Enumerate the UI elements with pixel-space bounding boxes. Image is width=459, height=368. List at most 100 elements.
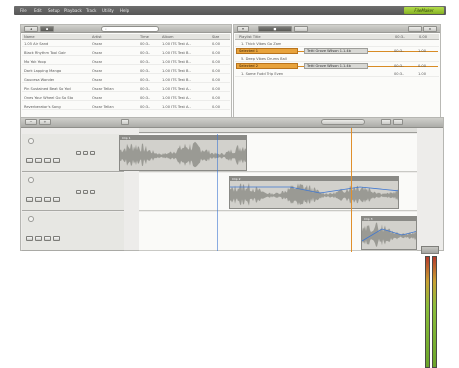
pan-button[interactable] [90, 190, 95, 194]
library-cell: 0.00 [212, 60, 221, 64]
library-cell: Oscar Tellan [92, 105, 114, 109]
metronome-button[interactable] [393, 119, 403, 125]
playlist-row[interactable]: 1. Some Fudd Trip Even 00:3.. 1.00 [235, 71, 439, 77]
column-header-time[interactable]: Time [140, 35, 149, 39]
library-row[interactable]: Gaucesa Wonder Oscar 00:3.. 1.00 ITS Test B… [22, 77, 230, 83]
eq-button[interactable] [83, 190, 88, 194]
library-cell: 00:3.. [140, 42, 151, 46]
arm-button[interactable] [44, 236, 51, 241]
menu-playback[interactable]: Playback [64, 8, 82, 13]
playlist-tag[interactable]: Tetti Grove Wilson 1.1.4b [304, 63, 368, 69]
playlist-row[interactable]: 5. Deep Vibes Drums Ball [235, 56, 439, 62]
playlist-tag[interactable]: Tetti Grove Wilson 1.1.4b [304, 48, 368, 54]
search-input[interactable]: ⌕ [101, 26, 159, 32]
solo-button[interactable] [35, 158, 42, 163]
audio-clip-3[interactable]: Clip 3 [361, 216, 417, 250]
library-cell: 1.00 ITS Test A.. [162, 42, 191, 46]
library-cell: 1.00 ITS Test B.. [162, 69, 191, 73]
menu-edit[interactable]: Edit [34, 8, 42, 13]
library-back-button[interactable]: ◂ [24, 26, 38, 32]
snap-button[interactable] [121, 119, 129, 125]
monitor-button[interactable] [53, 197, 60, 202]
track-header-1[interactable] [22, 134, 124, 172]
track-header-3[interactable] [22, 212, 124, 251]
audio-clip-1[interactable]: Clip 1 [119, 135, 247, 171]
playlist-toolbar: ▾ ◼ × [234, 25, 440, 33]
fx-button[interactable] [76, 190, 81, 194]
menu-file[interactable]: File [20, 8, 27, 13]
column-header-artist[interactable]: Artist [92, 35, 102, 39]
menu-track[interactable]: Track [86, 8, 96, 13]
arrangement-panel: − + Clip 1 Clip 2 Clip 3 [20, 117, 444, 368]
library-cell: Pin Sustained Beat So Yod [24, 87, 71, 91]
playhead[interactable] [351, 128, 352, 252]
menu-help[interactable]: Help [120, 8, 129, 13]
zoom-in-button[interactable]: + [39, 119, 51, 125]
playlist-menu-button[interactable]: ▾ [237, 26, 249, 32]
library-row[interactable]: Pin Sustained Beat So Yod Oscar Tellan 00:… [22, 86, 230, 92]
library-cell: 00:3.. [140, 96, 151, 100]
playlist-row-selected[interactable]: Selected 2 [236, 63, 298, 69]
column-header-name[interactable]: Name [24, 35, 35, 39]
library-cell: 1.00 ITS Test A.. [162, 96, 191, 100]
library-cell: Reverberator's Song [24, 105, 61, 109]
library-row[interactable]: 1.05 Air Sand Oscar 00:3.. 1.00 ITS Test A.… [22, 41, 230, 47]
fx-button[interactable] [76, 151, 81, 155]
playlist-column-time[interactable]: 00:3.. [395, 35, 405, 39]
solo-button[interactable] [35, 197, 42, 202]
library-cell: 1.00 ITS Test B.. [162, 78, 191, 82]
playlist-row[interactable]: 1. Thick Vibes Go Zam [235, 41, 439, 47]
library-panel: ◂ ▪ ⌕ Name Artist Time Album Size 1.05 A… [20, 24, 232, 119]
loop-button[interactable] [381, 119, 391, 125]
zoom-out-button[interactable]: − [25, 119, 37, 125]
track-header-2[interactable] [22, 173, 124, 211]
library-cell: 00:3.. [140, 78, 151, 82]
library-cell: 0.00 [212, 87, 221, 91]
record-icon[interactable] [28, 138, 34, 144]
playlist-action-button[interactable] [408, 26, 422, 32]
playlist-column-size[interactable]: 0.00 [419, 35, 427, 39]
solo-button[interactable] [35, 236, 42, 241]
column-header-album[interactable]: Album [162, 35, 174, 39]
library-cell: 1.00 ITS Test B.. [162, 60, 191, 64]
playlist-column-title[interactable]: Playlist Title [239, 35, 261, 39]
playlist-row-selected[interactable]: Selected 1 [236, 48, 298, 54]
library-view-button[interactable]: ▪ [40, 26, 54, 32]
library-row[interactable]: Reverberator's Song Oscar Tellan 00:3.. 1.0… [22, 104, 230, 110]
mute-button[interactable] [26, 158, 33, 163]
library-cell: 0.00 [212, 69, 221, 73]
mute-button[interactable] [26, 236, 33, 241]
arm-button[interactable] [44, 158, 51, 163]
library-row[interactable]: Mo Yok Yoop Oscar 00:3.. 1.00 ITS Test B.. 0… [22, 59, 230, 65]
record-icon[interactable] [28, 177, 34, 183]
playlist-row-time: 00:3.. [394, 64, 405, 68]
audio-clip-2[interactable]: Clip 2 [229, 176, 399, 209]
playlist-tab-2[interactable] [294, 26, 308, 32]
library-cell: 0.00 [212, 42, 221, 46]
library-row[interactable]: Black Rhythm Tool Gain Oscar 00:3.. 1.00 IT… [22, 50, 230, 56]
playlist-close-button[interactable]: × [423, 26, 437, 32]
library-toolbar: ◂ ▪ ⌕ [21, 25, 231, 33]
column-header-size[interactable]: Size [212, 35, 219, 39]
monitor-button[interactable] [53, 236, 60, 241]
library-row[interactable]: Dark Lapping Mango Oscar 00:3.. 1.00 ITS Te… [22, 68, 230, 74]
playlist-tab[interactable]: ◼ [258, 26, 292, 32]
timeline-ruler[interactable] [139, 128, 417, 133]
library-cell: Black Rhythm Tool Gain [24, 51, 67, 55]
waveform [230, 182, 398, 206]
record-icon[interactable] [28, 216, 34, 222]
master-meter-right [432, 256, 437, 368]
eq-button[interactable] [83, 151, 88, 155]
monitor-button[interactable] [53, 158, 60, 163]
library-cell: 1.00 ITS Test A.. [162, 87, 191, 91]
playlist-row-size: 1.00 [418, 49, 427, 53]
library-header-row: Name Artist Time Album Size [22, 34, 230, 40]
menu-utility[interactable]: Utility [102, 8, 114, 13]
arm-button[interactable] [44, 197, 51, 202]
menu-setup[interactable]: Setup [48, 8, 60, 13]
library-row[interactable]: Ones Your Wheel Go So Sto Oscar 00:3.. 1.00… [22, 95, 230, 101]
pan-button[interactable] [90, 151, 95, 155]
timeline-slider[interactable] [321, 119, 365, 125]
playlist-row-size: 0.00 [418, 64, 427, 68]
mute-button[interactable] [26, 197, 33, 202]
